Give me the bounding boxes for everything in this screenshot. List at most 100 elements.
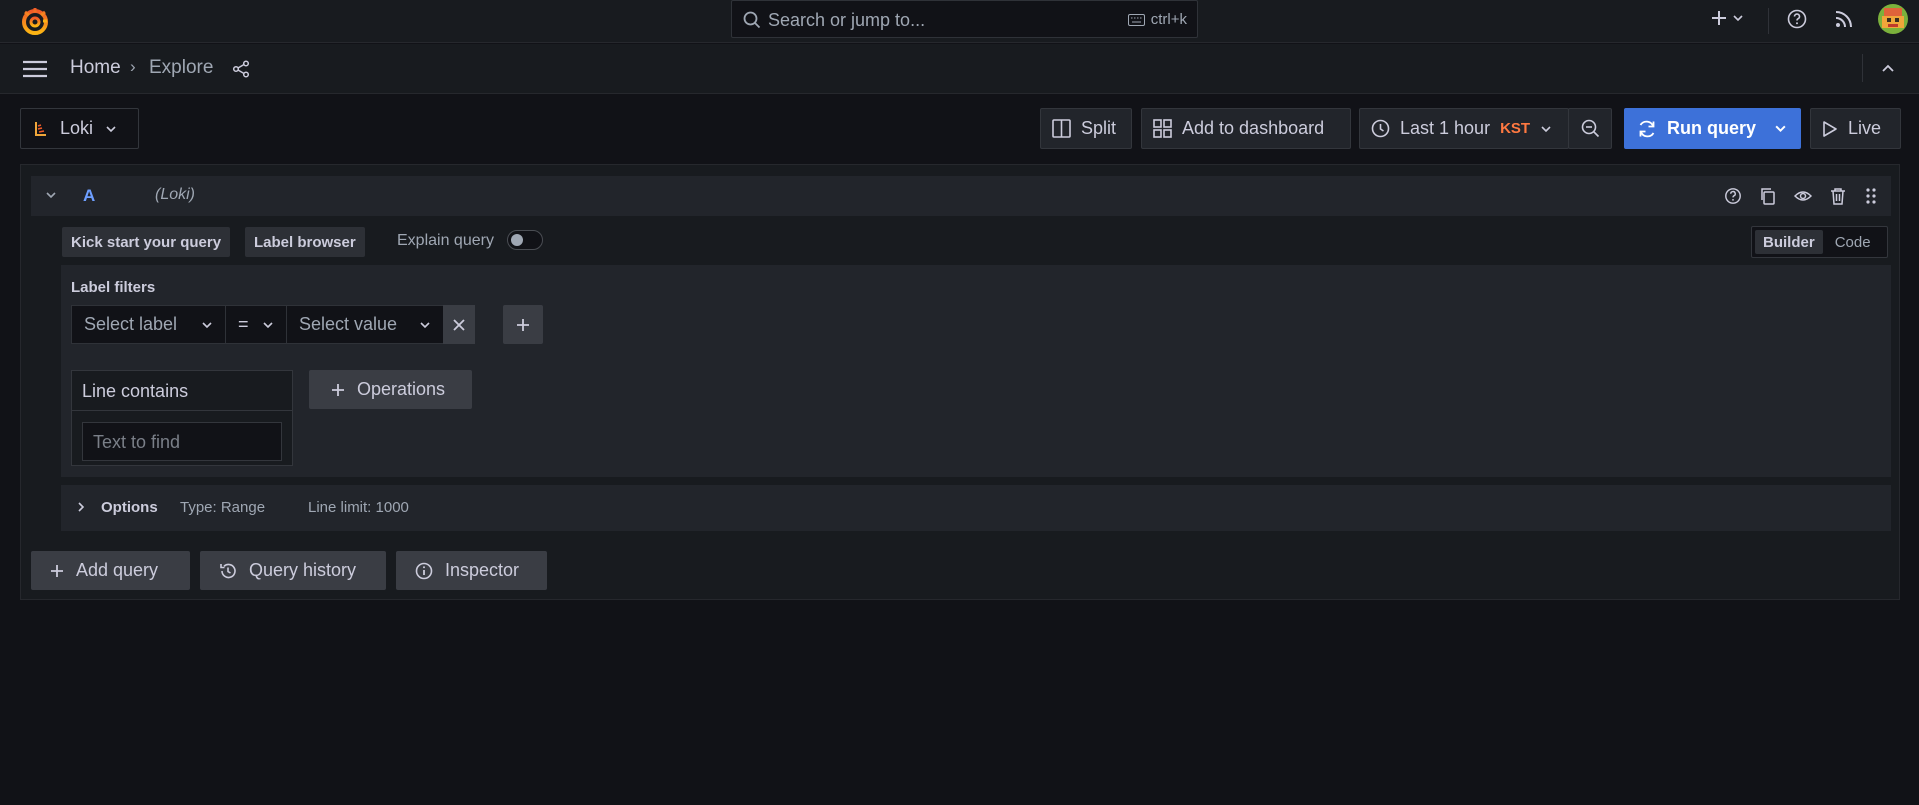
divider [1768, 8, 1769, 34]
mode-builder[interactable]: Builder [1755, 230, 1823, 254]
chevron-down-icon [105, 123, 117, 135]
divider [1862, 54, 1863, 82]
time-range-label: Last 1 hour [1400, 118, 1491, 138]
query-history-label: Query history [249, 560, 357, 580]
select-value-placeholder: Select value [299, 314, 398, 334]
search-bar[interactable]: Search or jump to... ctrl+k [731, 0, 1198, 38]
search-icon [743, 11, 761, 29]
clock-icon [1371, 119, 1390, 138]
operator-value: = [238, 314, 249, 334]
inspector-button[interactable]: Inspector [396, 551, 547, 590]
breadcrumb-home[interactable]: Home [70, 57, 121, 79]
datasource-picker[interactable]: Loki [20, 108, 139, 149]
share-icon[interactable] [232, 60, 250, 78]
split-icon [1052, 119, 1071, 138]
zoom-out-icon [1581, 119, 1600, 138]
query-ref-id[interactable]: A [83, 186, 95, 206]
keyboard-icon [1127, 13, 1145, 26]
top-bar: Search or jump to... ctrl+k [0, 0, 1919, 43]
breadcrumb-current: Explore [149, 57, 214, 78]
split-button[interactable]: Split [1040, 108, 1132, 149]
loki-icon [32, 120, 50, 138]
zoom-out-button[interactable] [1568, 108, 1612, 149]
mode-code[interactable]: Code [1827, 230, 1879, 254]
operator-dropdown[interactable]: = [225, 305, 287, 344]
select-label-dropdown[interactable]: Select label [71, 305, 226, 344]
chevron-right-icon [75, 501, 87, 513]
toggle-knob [511, 234, 523, 246]
remove-filter-button[interactable] [443, 305, 475, 344]
select-value-dropdown[interactable]: Select value [286, 305, 444, 344]
play-icon [1822, 120, 1838, 138]
query-editor-panel: A (Loki) Kick start your query Label bro… [20, 164, 1900, 600]
chevron-down-icon [262, 319, 274, 331]
chevron-down-icon [201, 319, 213, 331]
run-query-options-button[interactable] [1760, 108, 1801, 149]
label-browser-button[interactable]: Label browser [245, 227, 365, 257]
menu-icon[interactable] [22, 59, 48, 79]
select-label-placeholder: Select label [84, 314, 178, 334]
avatar[interactable] [1878, 4, 1908, 34]
add-filter-button[interactable] [503, 305, 543, 344]
chevron-down-icon [1732, 12, 1744, 24]
history-icon [219, 562, 237, 580]
new-menu-button[interactable] [1710, 9, 1744, 27]
grafana-logo-icon[interactable] [20, 6, 50, 36]
explain-query-toggle[interactable] [507, 230, 543, 250]
copy-icon[interactable] [1759, 187, 1777, 205]
add-to-dashboard-label: Add to dashboard [1182, 118, 1325, 138]
options-line-limit: Line limit: 1000 [308, 499, 409, 516]
inspector-label: Inspector [445, 560, 520, 580]
options-label: Options [101, 499, 158, 516]
kick-start-query-button[interactable]: Kick start your query [62, 227, 231, 257]
label-filters-title: Label filters [71, 279, 156, 296]
rss-news-icon[interactable] [1834, 9, 1854, 29]
search-shortcut: ctrl+k [1150, 11, 1187, 28]
search-placeholder: Search or jump to... [768, 10, 926, 30]
nav-bar: Home › Explore [0, 44, 1919, 94]
breadcrumb-separator: › [130, 57, 136, 76]
datasource-name: Loki [60, 118, 94, 138]
line-contains-title: Line contains [72, 371, 292, 411]
live-label: Live [1848, 118, 1882, 138]
chevron-down-icon [1540, 123, 1552, 135]
add-query-button[interactable]: Add query [31, 551, 190, 590]
add-to-dashboard-button[interactable]: Add to dashboard [1141, 108, 1351, 149]
timezone-badge: KST [1500, 120, 1531, 137]
split-label: Split [1081, 118, 1117, 138]
run-query-button[interactable]: Run query [1624, 108, 1771, 149]
editor-mode-switch: Builder Code [1751, 226, 1888, 258]
plus-icon [516, 318, 530, 332]
query-row-header: A (Loki) [31, 176, 1891, 216]
info-icon [415, 562, 433, 580]
add-query-label: Add query [76, 560, 159, 580]
apps-icon [1153, 119, 1172, 138]
text-to-find-input[interactable]: Text to find [82, 422, 282, 461]
query-history-button[interactable]: Query history [200, 551, 386, 590]
chevron-down-icon [1774, 122, 1787, 135]
query-options-row[interactable]: Options Type: Range Line limit: 1000 [61, 485, 1891, 531]
chevron-up-icon[interactable] [1880, 60, 1896, 76]
drag-handle-icon[interactable] [1865, 187, 1877, 205]
plus-icon [331, 383, 345, 397]
help-icon[interactable] [1724, 187, 1742, 205]
help-icon[interactable] [1787, 9, 1807, 29]
time-range-picker[interactable]: Last 1 hour KST [1359, 108, 1569, 149]
explain-query-label: Explain query [397, 232, 494, 249]
plus-icon [50, 564, 64, 578]
chevron-down-icon[interactable] [45, 189, 57, 201]
operations-button[interactable]: Operations [309, 370, 472, 409]
query-builder: Label filters Select label = Select valu… [61, 265, 1891, 477]
options-type: Type: Range [180, 499, 266, 516]
trash-icon[interactable] [1829, 187, 1847, 205]
line-contains-operation: Line contains Text to find [71, 370, 293, 466]
eye-icon[interactable] [1794, 187, 1812, 205]
operations-label: Operations [357, 379, 446, 399]
plus-icon [1710, 9, 1728, 27]
run-query-label: Run query [1667, 118, 1757, 138]
refresh-icon [1637, 119, 1657, 139]
query-datasource-label: (Loki) [155, 186, 196, 203]
close-icon [453, 318, 465, 331]
live-button[interactable]: Live [1810, 108, 1901, 149]
chevron-down-icon [419, 319, 431, 331]
